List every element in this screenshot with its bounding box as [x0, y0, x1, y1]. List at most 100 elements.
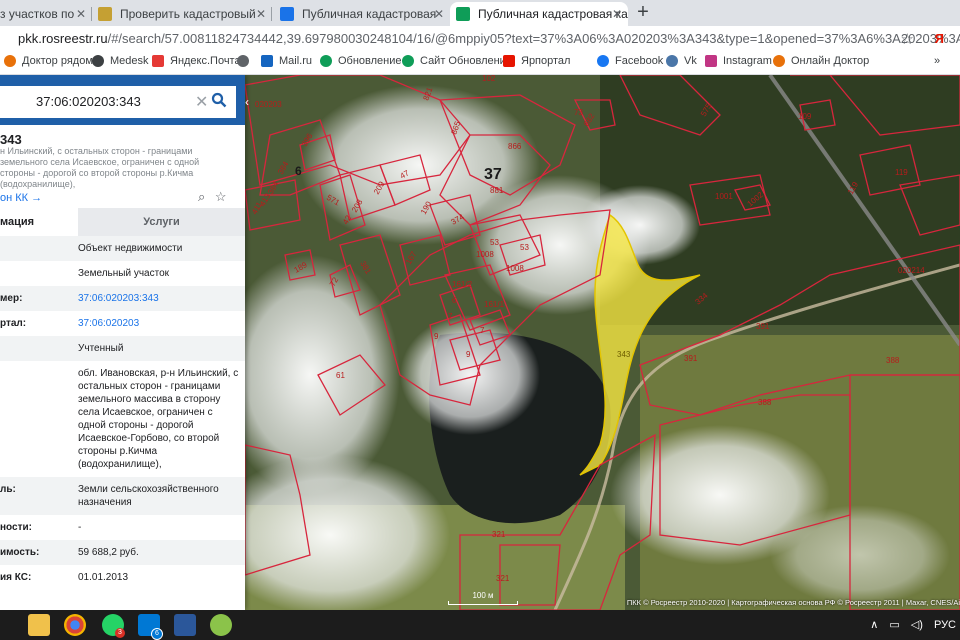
browser-tab-active[interactable]: Публичная кадастровая карта ✕	[450, 2, 628, 26]
parcel-label: 881	[490, 186, 504, 195]
quarter-number-label: 020203	[255, 100, 282, 109]
parcel-label: 6	[452, 296, 457, 305]
parcel-label: 61	[336, 371, 345, 380]
bookmark-globe[interactable]	[237, 55, 255, 67]
quarter-label: 37	[484, 166, 502, 183]
file-explorer-icon[interactable]	[28, 614, 50, 636]
chrome-icon[interactable]	[64, 614, 86, 636]
app-icon[interactable]	[210, 614, 232, 636]
attribute-row: ия КС: 01.01.2013	[0, 572, 129, 583]
parcel-label: 388	[758, 398, 772, 407]
tab-label: Публичная кадастровая карта	[302, 7, 438, 21]
volume-icon[interactable]: ◁)	[911, 619, 923, 631]
bookmark-sait-obnovlenie[interactable]: Сайт Обновление	[402, 55, 512, 67]
attribute-row: мер: 37:06:020203:343	[0, 286, 245, 311]
favorite-star-icon[interactable]: ☆	[215, 189, 227, 204]
mailru-icon	[261, 55, 273, 67]
object-info-panel: 37:06:020203:343 ✕ 343 н Ильинский, с ос…	[0, 75, 245, 610]
object-title: 343	[0, 132, 22, 147]
yandex-profile-icon[interactable]: Я	[935, 31, 944, 46]
browser-tab-2[interactable]: Проверить кадастровый номер ✕	[92, 2, 272, 26]
map-attribution: ПКК © Росреестр 2010-2020 | Картографиче…	[626, 598, 960, 607]
map-scale: 100 м	[448, 591, 518, 605]
close-tab-icon[interactable]: ✕	[256, 7, 266, 21]
parcel-label: 102	[482, 75, 496, 83]
chrome-icon	[402, 55, 414, 67]
parcel-label: 391	[684, 354, 698, 363]
system-tray: ∧ ▭ ◁) РУС	[870, 618, 956, 631]
network-icon[interactable]: ▭	[889, 619, 899, 631]
bookmark-online-doktor[interactable]: Онлайн Доктор	[773, 55, 869, 67]
mail-badge: 6	[151, 628, 163, 640]
address-bar[interactable]: pkk.rosreestr.ru/#/search/57.00811824734…	[18, 31, 960, 46]
bookmark-star-icon[interactable]: ☆	[901, 30, 914, 48]
browser-tab-1[interactable]: з участков по ✕	[0, 2, 92, 26]
collapse-panel-chevron-icon[interactable]: ‹	[245, 95, 255, 111]
scale-bar	[448, 601, 518, 605]
search-area-icon[interactable]: ⌕	[198, 189, 205, 204]
attribute-table: Объект недвижимости Земельный участок ме…	[0, 236, 245, 590]
chevron-up-icon[interactable]: ∧	[870, 619, 878, 631]
chrome-icon	[320, 55, 332, 67]
bookmark-obnovlenie[interactable]: Обновление	[320, 55, 402, 67]
map-favicon-icon	[456, 7, 470, 21]
new-tab-button[interactable]: +	[632, 2, 654, 24]
bookmark-medesk[interactable]: Medesk	[92, 55, 149, 67]
tab-label: Публичная кадастровая карта	[478, 7, 628, 21]
parcel-label: 109	[798, 112, 812, 121]
parcel-label: 391	[756, 322, 770, 331]
close-tab-icon[interactable]: ✕	[434, 7, 444, 21]
windows-taskbar: 3 6 ∧ ▭ ◁) РУС	[0, 610, 960, 640]
bookmark-mailru[interactable]: Mail.ru	[261, 55, 312, 67]
parcel-label: 1008	[476, 250, 494, 259]
search-icon[interactable]	[211, 92, 227, 108]
tab-services[interactable]: Услуги	[78, 208, 245, 236]
bookmark-instagram[interactable]: Instagram	[705, 55, 772, 67]
bookmark-doktor-ryadom[interactable]: Доктор рядом	[4, 55, 93, 67]
parcel-label: 73	[574, 108, 583, 117]
parcel-label: 321	[492, 530, 506, 539]
selected-parcel-label: 343	[617, 350, 631, 359]
clear-search-icon[interactable]: ✕	[195, 92, 208, 112]
cadastral-quarter-link[interactable]: 37:06:020203	[78, 311, 245, 336]
attribute-row: Объект недвижимости	[0, 236, 245, 261]
parcel-label: 119	[895, 168, 908, 177]
tab-information[interactable]: мация	[0, 208, 78, 236]
input-language[interactable]: РУС	[934, 619, 956, 631]
yandex-icon	[503, 55, 515, 67]
browser-tab-3[interactable]: Публичная кадастровая карта ✕	[274, 2, 450, 26]
bookmark-yarportal[interactable]: Ярпортал	[503, 55, 570, 67]
parcel-label: 53	[490, 238, 499, 247]
quarter-label: 6	[295, 164, 302, 178]
panel-tabs: мация Услуги	[0, 208, 245, 236]
bookmark-yandex-mail[interactable]: Яндекс.Почта	[152, 55, 241, 67]
doctor-icon	[4, 55, 16, 67]
search-input[interactable]: 37:06:020203:343 ✕	[0, 86, 236, 118]
quarter-number-label: 020214	[898, 266, 925, 275]
cadastral-number-link[interactable]: 37:06:020203:343	[78, 286, 245, 311]
parcel-label: 161/1	[484, 300, 505, 309]
close-tab-icon[interactable]: ✕	[612, 7, 622, 21]
word-icon[interactable]	[174, 614, 196, 636]
attribute-row: ности: -	[0, 522, 82, 533]
attribute-row: имость: 59 688,2 руб.	[0, 540, 245, 565]
parcel-label: 1001	[715, 192, 733, 201]
vk-icon	[666, 55, 678, 67]
bookmark-vk[interactable]: Vk	[666, 55, 697, 67]
attribute-row: ртал: 37:06:020203	[0, 311, 245, 336]
browser-tab-strip: з участков по ✕ Проверить кадастровый но…	[0, 0, 960, 26]
doctor-icon	[773, 55, 785, 67]
whatsapp-badge: 3	[115, 628, 125, 638]
attribute-row: Учтенный	[0, 336, 245, 361]
show-on-map-link[interactable]: он КК →	[0, 192, 42, 204]
mail-envelope-icon	[152, 55, 164, 67]
close-tab-icon[interactable]: ✕	[76, 7, 86, 21]
parcel-label: 9	[434, 332, 439, 341]
bookmarks-overflow-icon[interactable]: »	[934, 55, 940, 67]
main-area: 102 821 865 866 73 682 575 109 37 881 39…	[0, 75, 960, 610]
bookmark-facebook[interactable]: Facebook	[597, 55, 663, 67]
scale-label: 100 м	[472, 591, 494, 600]
parcel-label: 161/2	[452, 280, 473, 289]
globe-icon	[237, 55, 249, 67]
tab-label: Проверить кадастровый номер	[120, 7, 260, 21]
